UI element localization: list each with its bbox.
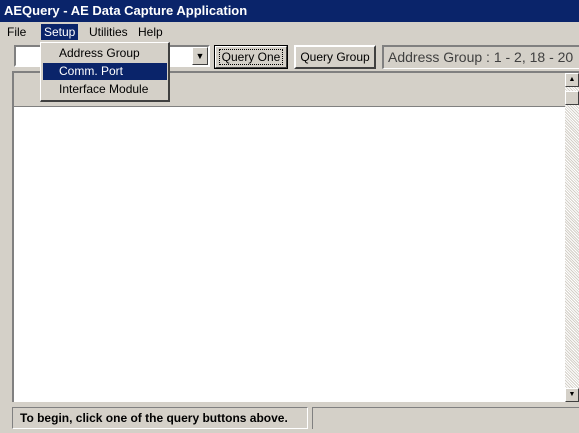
menu-utilities-label: Utilities (89, 25, 128, 39)
status-message-pane: To begin, click one of the query buttons… (12, 407, 308, 429)
address-group-display: Address Group : 1 - 2, 18 - 20 (382, 45, 579, 69)
status-message: To begin, click one of the query buttons… (20, 411, 288, 425)
query-group-button[interactable]: Query Group (294, 45, 376, 69)
status-bar: To begin, click one of the query buttons… (0, 402, 579, 433)
menu-setup-label: Setup (44, 25, 76, 39)
query-one-label: Query One (218, 49, 284, 65)
scroll-thumb[interactable] (565, 91, 579, 105)
title-bar[interactable]: AEQuery - AE Data Capture Application (0, 0, 579, 22)
setup-menu-dropdown: Address Group Comm. Port Interface Modul… (40, 42, 170, 102)
query-one-button[interactable]: Query One (214, 45, 288, 69)
status-secondary-pane (312, 407, 579, 429)
menu-file-label: File (7, 25, 27, 39)
vertical-scrollbar[interactable]: ▲ ▼ (565, 73, 579, 402)
menu-item-interface-module-label: Interface Module (59, 82, 149, 96)
app-window: AEQuery - AE Data Capture Application Fi… (0, 0, 579, 433)
menu-bar: File Setup Utilities Help (0, 22, 579, 42)
window-title: AEQuery - AE Data Capture Application (4, 3, 248, 18)
arrow-down-icon: ▼ (568, 391, 576, 398)
scroll-down-button[interactable]: ▼ (565, 388, 579, 402)
menu-item-comm-port-label: Comm. Port (59, 64, 124, 78)
query-group-label: Query Group (300, 50, 370, 64)
results-list[interactable]: ▲ ▼ (12, 71, 579, 402)
menu-item-address-group[interactable]: Address Group (43, 45, 167, 62)
menu-help[interactable]: Help (135, 24, 166, 40)
combo-dropdown-button[interactable]: ▼ (192, 47, 208, 65)
menu-item-interface-module[interactable]: Interface Module (43, 81, 167, 98)
chevron-down-icon: ▼ (195, 51, 205, 61)
scroll-up-button[interactable]: ▲ (565, 73, 579, 87)
menu-help-label: Help (138, 25, 163, 39)
address-group-text: Address Group : 1 - 2, 18 - 20 (388, 49, 574, 65)
arrow-up-icon: ▲ (568, 76, 576, 83)
menu-utilities[interactable]: Utilities (86, 24, 131, 40)
menu-file[interactable]: File (4, 24, 29, 40)
menu-setup[interactable]: Setup (41, 24, 79, 40)
menu-item-address-group-label: Address Group (59, 46, 140, 60)
menu-item-comm-port[interactable]: Comm. Port (43, 63, 167, 80)
